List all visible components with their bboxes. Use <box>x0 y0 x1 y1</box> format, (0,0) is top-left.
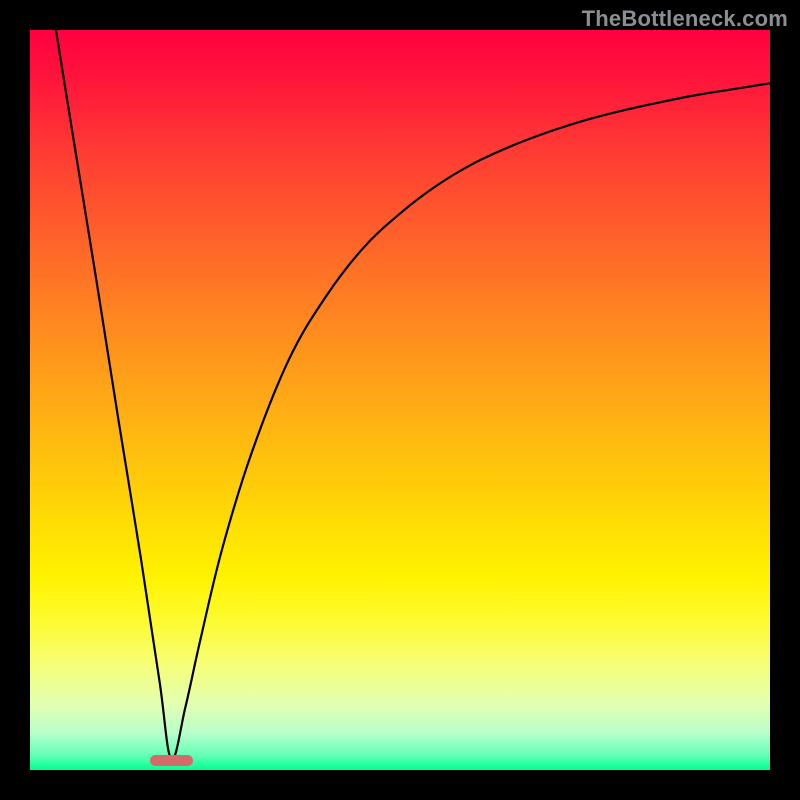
curve-path <box>56 30 770 759</box>
min-marker <box>150 755 193 766</box>
chart-frame: TheBottleneck.com <box>0 0 800 800</box>
curve-svg <box>30 30 770 770</box>
watermark-text: TheBottleneck.com <box>582 6 788 32</box>
plot-area <box>30 30 770 770</box>
